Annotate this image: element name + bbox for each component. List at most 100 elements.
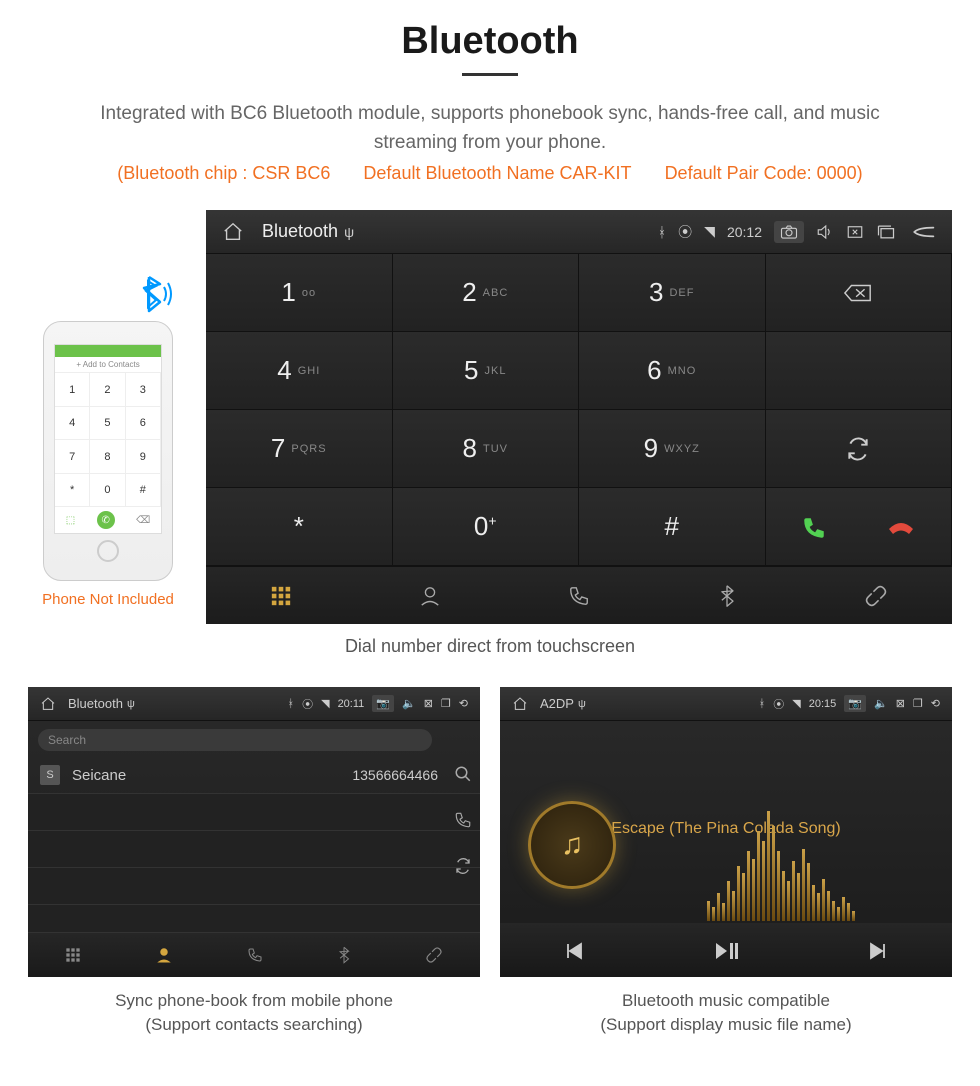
- app-label: Bluetooth: [68, 696, 123, 711]
- usb-icon: ψ: [578, 698, 586, 710]
- headunit-dialer: Bluetooth ψ ᚼ ⦿ ◥ 20:12 1ᴏᴏ2ABC3DEF 4GHI5…: [206, 210, 952, 624]
- phone-status-bar: [55, 345, 161, 357]
- music-topbar: A2DP ψ ᚼ ⦿ ◥ 20:15 📷 🔈 ⊠ ❐ ⟲: [500, 687, 952, 721]
- bluetooth-specs: (Bluetooth chip : CSR BC6 Default Blueto…: [28, 163, 952, 184]
- close-app-icon[interactable]: ⊠: [896, 697, 905, 710]
- recents-icon[interactable]: ❐: [441, 697, 451, 710]
- eq-bar: [762, 841, 765, 921]
- phone-key: 8: [90, 440, 125, 474]
- tab-pair[interactable]: [425, 946, 443, 964]
- eq-bar: [822, 879, 825, 921]
- contact-row[interactable]: S Seicane 13566664466: [28, 757, 480, 794]
- call-answer-button[interactable]: [766, 488, 953, 566]
- phone-key: 6: [126, 407, 161, 441]
- search-input[interactable]: Search: [38, 729, 432, 751]
- location-icon: ⦿: [302, 696, 313, 712]
- phone-key: 4: [55, 407, 90, 441]
- dial-key-6[interactable]: 6MNO: [579, 332, 766, 410]
- home-icon[interactable]: [40, 696, 56, 712]
- tab-bluetooth[interactable]: [337, 946, 351, 964]
- spec-name: Default Bluetooth Name CAR-KIT: [363, 163, 631, 183]
- volume-icon[interactable]: [816, 224, 834, 240]
- home-icon[interactable]: [222, 221, 244, 243]
- phonebook-tabbar: [28, 933, 480, 977]
- dial-key-9[interactable]: 9WXYZ: [579, 410, 766, 488]
- dial-key-4[interactable]: 4GHI: [206, 332, 393, 410]
- sync-button[interactable]: [766, 410, 953, 488]
- contact-number: 13566664466: [352, 767, 438, 783]
- back-icon[interactable]: [910, 224, 936, 240]
- dialpad: 1ᴏᴏ2ABC3DEF 4GHI5JKL6MNO 7PQRS8TUV9WXYZ *0+…: [206, 254, 952, 566]
- recents-icon[interactable]: ❐: [913, 697, 923, 710]
- eq-bar: [737, 866, 740, 921]
- back-icon[interactable]: ⟲: [459, 697, 468, 710]
- screenshot-icon[interactable]: 📷: [372, 695, 394, 712]
- app-label: Bluetooth: [262, 221, 338, 242]
- dial-key-7[interactable]: 7PQRS: [206, 410, 393, 488]
- headunit-tabbar: [206, 566, 952, 624]
- app-label: A2DP: [540, 696, 574, 711]
- tab-contacts[interactable]: [155, 946, 173, 964]
- tab-recents[interactable]: [568, 584, 590, 607]
- dial-key-#[interactable]: #: [579, 488, 766, 566]
- phone-key: 9: [126, 440, 161, 474]
- screenshot-icon[interactable]: 📷: [844, 695, 866, 712]
- dial-key-3[interactable]: 3DEF: [579, 254, 766, 332]
- recents-icon[interactable]: [876, 224, 896, 240]
- eq-bar: [712, 907, 715, 921]
- tab-bluetooth[interactable]: [717, 584, 737, 608]
- eq-bar: [777, 851, 780, 921]
- dialer-caption: Dial number direct from touchscreen: [28, 636, 952, 657]
- tab-contacts[interactable]: [419, 584, 441, 607]
- music-bluetooth-icon: ♫: [561, 828, 584, 862]
- tab-pair[interactable]: [864, 584, 888, 607]
- dial-key-*[interactable]: *: [206, 488, 393, 566]
- screenshot-icon[interactable]: [774, 221, 804, 243]
- eq-bar: [757, 831, 760, 921]
- sync-icon[interactable]: [454, 857, 472, 875]
- eq-bar: [732, 891, 735, 921]
- wifi-icon: ◥: [792, 697, 800, 710]
- eq-bar: [787, 881, 790, 921]
- volume-icon[interactable]: 🔈: [874, 697, 888, 710]
- eq-bar: [827, 891, 830, 921]
- next-track-button[interactable]: [865, 937, 889, 963]
- home-icon[interactable]: [512, 696, 528, 712]
- backspace-button[interactable]: [766, 254, 953, 332]
- close-app-icon[interactable]: [846, 224, 864, 240]
- equalizer-visual: [640, 781, 922, 921]
- eq-bar: [717, 893, 720, 921]
- phone-key: 5: [90, 407, 125, 441]
- dial-key-2[interactable]: 2ABC: [393, 254, 580, 332]
- eq-bar: [817, 893, 820, 921]
- dial-key-8[interactable]: 8TUV: [393, 410, 580, 488]
- eq-bar: [772, 826, 775, 921]
- clock: 20:15: [809, 698, 837, 710]
- eq-bar: [847, 903, 850, 921]
- eq-bar: [807, 863, 810, 921]
- prev-track-button[interactable]: [563, 937, 587, 963]
- call-icon[interactable]: [454, 811, 472, 829]
- eq-bar: [707, 901, 710, 921]
- close-app-icon[interactable]: ⊠: [424, 697, 433, 710]
- dial-key-0[interactable]: 0+: [393, 488, 580, 566]
- play-pause-button[interactable]: [713, 937, 739, 963]
- tab-dialpad[interactable]: [65, 946, 81, 964]
- bluetooth-status-icon: ᚼ: [287, 698, 294, 710]
- contact-name: Seicane: [72, 767, 126, 784]
- dial-key-5[interactable]: 5JKL: [393, 332, 580, 410]
- headunit-topbar: Bluetooth ψ ᚼ ⦿ ◥ 20:12: [206, 210, 952, 254]
- player-controls: [500, 923, 952, 977]
- volume-icon[interactable]: 🔈: [402, 697, 416, 710]
- back-icon[interactable]: ⟲: [931, 697, 940, 710]
- bluetooth-status-icon: ᚼ: [759, 698, 766, 710]
- phone-key: #: [126, 474, 161, 508]
- search-icon[interactable]: [454, 765, 472, 783]
- eq-bar: [752, 859, 755, 921]
- tab-dialpad[interactable]: [270, 584, 292, 607]
- spec-code: Default Pair Code: 0000): [665, 163, 863, 183]
- tab-recents[interactable]: [247, 946, 263, 964]
- dial-key-1[interactable]: 1ᴏᴏ: [206, 254, 393, 332]
- eq-bar: [812, 885, 815, 921]
- phone-caption: Phone Not Included: [28, 591, 188, 608]
